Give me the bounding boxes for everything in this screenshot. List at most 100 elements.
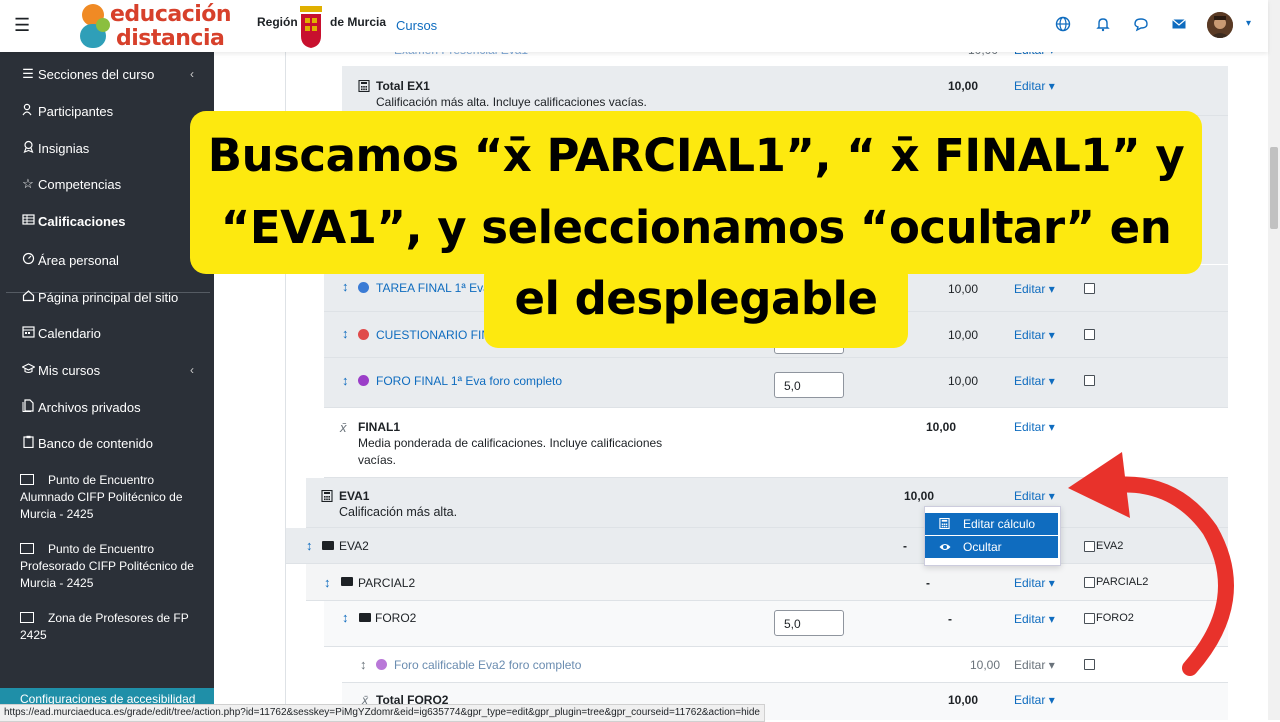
grade-max-value: - bbox=[948, 612, 952, 626]
region-shield-icon bbox=[300, 6, 322, 48]
quiz-icon bbox=[358, 329, 369, 340]
calendar-icon bbox=[20, 325, 36, 341]
dropdown-item-label: Ocultar bbox=[963, 540, 1002, 554]
sidebar-item-label: Competencias bbox=[38, 176, 122, 192]
mail-icon[interactable] bbox=[1169, 16, 1189, 36]
eye-icon bbox=[939, 536, 951, 558]
globe-icon[interactable] bbox=[1053, 16, 1073, 36]
callout-text-line1: Buscamos “x̄ PARCIAL1”, “ x̄ FINAL1” y bbox=[207, 129, 1185, 182]
grade-item-description: Calificación más alta. bbox=[339, 505, 458, 519]
dashboard-icon bbox=[20, 252, 36, 268]
logo-text-line2: distancia bbox=[116, 26, 225, 51]
table-icon bbox=[20, 213, 36, 229]
editar-menu[interactable]: Editar ▾ bbox=[1014, 576, 1055, 590]
sidebar-course-alumnado[interactable]: Punto de Encuentro Alumnado CIFP Politéc… bbox=[20, 472, 202, 523]
list-icon: ☰ bbox=[22, 66, 34, 81]
sidebar-item-competencias[interactable]: ☆ Competencias bbox=[20, 176, 121, 192]
folder-icon bbox=[20, 474, 34, 485]
dropdown-item-editar-calculo[interactable]: Editar cálculo bbox=[925, 513, 1058, 535]
sidebar-item-archivos-privados[interactable]: Archivos privados bbox=[20, 399, 141, 415]
move-icon[interactable]: ↕ bbox=[342, 326, 349, 341]
grade-max-value: 10,00 bbox=[948, 374, 979, 388]
scrollbar-thumb[interactable] bbox=[1270, 147, 1278, 229]
editar-menu[interactable]: Editar ▾ bbox=[1014, 612, 1055, 626]
sidebar-item-secciones[interactable]: ☰ Secciones del curso bbox=[20, 66, 154, 82]
sidebar-course-zona-fp[interactable]: Zona de Profesores de FP 2425 bbox=[20, 610, 202, 644]
move-icon[interactable]: ↕ bbox=[360, 657, 367, 672]
editar-dropdown-menu: Editar cálculo Ocultar bbox=[924, 506, 1061, 566]
grade-item-description: Calificación más alta. Incluye calificac… bbox=[376, 95, 647, 109]
sidebar-course-profesorado[interactable]: Punto de Encuentro Profesorado CIFP Poli… bbox=[20, 541, 202, 592]
grade-item-description: vacías. bbox=[358, 453, 397, 467]
multiplicator-input[interactable]: 5,0 bbox=[774, 610, 844, 636]
sidebar-item-banco-contenido[interactable]: Banco de contenido bbox=[20, 435, 153, 451]
editar-menu[interactable]: Editar ▾ bbox=[1014, 658, 1055, 672]
badge-icon bbox=[20, 140, 36, 156]
grade-max-value: - bbox=[903, 539, 907, 553]
menu-toggle-icon[interactable]: ☰ bbox=[14, 15, 34, 35]
nav-link-cursos[interactable]: Cursos bbox=[396, 18, 437, 33]
editar-menu[interactable]: Editar ▾ bbox=[1014, 693, 1055, 707]
sidebar-item-label: Archivos privados bbox=[38, 399, 141, 415]
user-avatar[interactable] bbox=[1207, 12, 1233, 38]
grade-max-value: 10,00 bbox=[948, 693, 979, 707]
sidebar-item-calendario[interactable]: Calendario bbox=[20, 325, 101, 341]
grade-item-name: EVA2 bbox=[339, 539, 369, 553]
grade-item-name: FINAL1 bbox=[358, 420, 400, 434]
site-logo[interactable]: educación distancia bbox=[80, 0, 250, 52]
grade-item-name[interactable]: FORO FINAL 1ª Eva foro completo bbox=[376, 374, 562, 388]
region-label-2: de Murcia bbox=[330, 15, 387, 29]
grade-max-value: - bbox=[926, 576, 930, 590]
editar-menu[interactable]: Editar ▾ bbox=[1014, 328, 1055, 342]
grade-item-name: PARCIAL2 bbox=[358, 576, 416, 590]
sidebar-item-label: Insignias bbox=[38, 140, 90, 156]
editar-menu-eva1[interactable]: Editar ▾ bbox=[1014, 489, 1055, 503]
home-icon bbox=[20, 289, 36, 305]
callout-text-line2: “EVA1”, y seleccionamos “ocultar” en bbox=[220, 201, 1172, 254]
move-icon[interactable]: ↕ bbox=[306, 538, 313, 553]
folder-icon bbox=[20, 612, 34, 623]
sidebar-item-label: Calificaciones bbox=[38, 213, 126, 229]
move-icon[interactable]: ↕ bbox=[342, 373, 349, 388]
sidebar-item-participantes[interactable]: Participantes bbox=[20, 103, 113, 119]
chevron-left-icon[interactable]: ‹ bbox=[190, 363, 194, 377]
folder-icon bbox=[322, 541, 334, 550]
editar-menu[interactable]: Editar ▾ bbox=[1014, 79, 1055, 93]
sidebar-item-label: Calendario bbox=[38, 325, 101, 341]
file-icon bbox=[20, 399, 36, 415]
logo-text-line1: educación bbox=[110, 2, 232, 27]
page-scrollbar[interactable] bbox=[1268, 0, 1280, 720]
editar-menu[interactable]: Editar ▾ bbox=[1014, 420, 1055, 434]
move-icon[interactable]: ↕ bbox=[342, 610, 349, 625]
mean-icon: x̄ bbox=[340, 420, 347, 435]
bell-icon[interactable] bbox=[1093, 16, 1113, 36]
sidebar-item-pagina-principal[interactable]: Página principal del sitio bbox=[20, 289, 178, 305]
chat-icon[interactable] bbox=[1131, 16, 1151, 36]
dropdown-item-label: Editar cálculo bbox=[963, 517, 1036, 531]
sidebar-item-area-personal[interactable]: Área personal bbox=[20, 252, 119, 268]
calculator-icon bbox=[358, 79, 370, 97]
multiplicator-input[interactable]: 5,0 bbox=[774, 372, 844, 398]
region-label: Región bbox=[257, 15, 298, 29]
forum-icon bbox=[376, 659, 387, 670]
callout-text-line3: el desplegable bbox=[514, 272, 878, 325]
editar-menu[interactable]: Editar ▾ bbox=[1014, 374, 1055, 388]
grade-max-value: 10,00 bbox=[970, 658, 1001, 672]
chevron-left-icon[interactable]: ‹ bbox=[190, 67, 194, 81]
move-icon[interactable]: ↕ bbox=[324, 575, 331, 590]
folder-icon bbox=[20, 543, 34, 554]
dropdown-item-ocultar[interactable]: Ocultar bbox=[925, 536, 1058, 558]
status-bar-url: https://ead.murciaeduca.es/grade/edit/tr… bbox=[0, 704, 765, 722]
calculator-icon bbox=[939, 513, 950, 535]
top-navbar: ☰ educación distancia Región de Murcia C… bbox=[0, 0, 1268, 52]
sidebar-item-calificaciones[interactable]: Calificaciones bbox=[20, 213, 125, 229]
select-checkbox[interactable] bbox=[1084, 329, 1095, 340]
sidebar-item-label: Secciones del curso bbox=[38, 66, 155, 82]
sidebar-item-mis-cursos[interactable]: Mis cursos bbox=[20, 362, 100, 378]
clipboard-icon bbox=[20, 435, 36, 451]
select-checkbox[interactable] bbox=[1084, 375, 1095, 386]
grade-item-name[interactable]: Foro calificable Eva2 foro completo bbox=[394, 658, 581, 672]
chevron-down-icon[interactable]: ▾ bbox=[1246, 18, 1251, 29]
logo-mark-green bbox=[96, 18, 110, 32]
sidebar-item-insignias[interactable]: Insignias bbox=[20, 140, 89, 156]
